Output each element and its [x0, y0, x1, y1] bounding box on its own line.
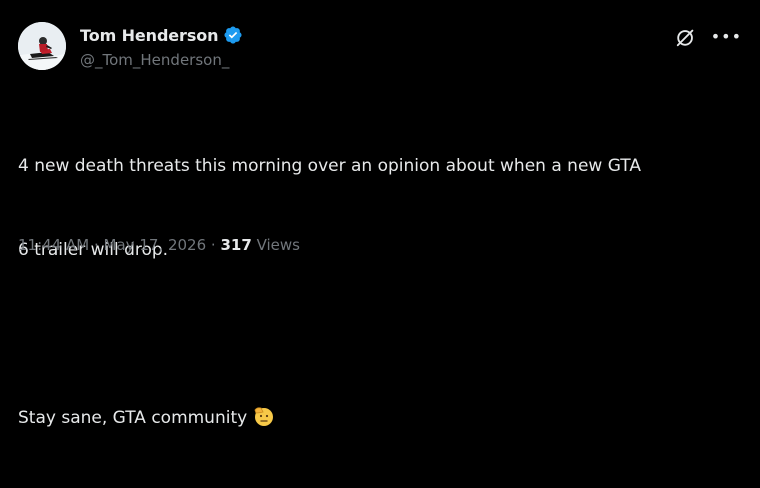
tweet-top-actions: •••: [675, 26, 742, 48]
avatar-image: [18, 22, 66, 70]
grok-icon[interactable]: [675, 26, 697, 48]
saluting-face-emoji: [251, 404, 275, 428]
avatar[interactable]: [18, 22, 66, 70]
tweet-card: Tom Henderson @_Tom_Henderson_ ••• 4 new…: [0, 0, 760, 428]
views-label: Views: [256, 236, 300, 254]
author-handle[interactable]: @_Tom_Henderson_: [80, 51, 229, 69]
meta-separator: ·: [93, 236, 99, 254]
verified-badge-icon: [223, 25, 243, 45]
meta-separator: ·: [210, 236, 216, 254]
more-options-icon[interactable]: •••: [711, 29, 742, 45]
tweet-time[interactable]: 11:44 AM: [18, 236, 89, 254]
author-display-name[interactable]: Tom Henderson: [80, 26, 219, 45]
views-count: 317: [220, 236, 252, 254]
tweet-text: 4 new death threats this morning over an…: [18, 96, 744, 488]
tweet-text-line: 4 new death threats this morning over an…: [18, 156, 641, 176]
tweet-meta: 11:44 AM · May 17, 2026 · 317 Views: [18, 236, 300, 254]
tweet-date[interactable]: May 17, 2026: [104, 236, 207, 254]
tweet-text-fragment: Stay sane, GTA community: [18, 408, 248, 428]
author-name-row: Tom Henderson: [80, 25, 243, 45]
tweet-text-line: Stay sane, GTA community: [18, 404, 744, 432]
tweet-text-spacer: [18, 320, 744, 348]
